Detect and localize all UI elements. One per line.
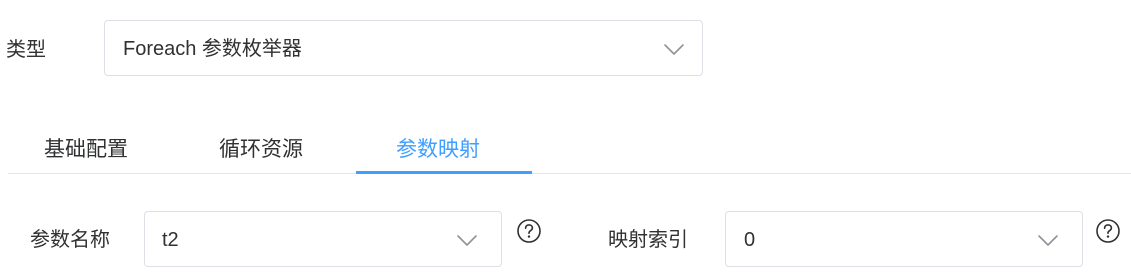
chevron-down-icon xyxy=(664,44,684,55)
type-select[interactable]: Foreach 参数枚举器 xyxy=(104,20,703,76)
type-select-value: Foreach 参数枚举器 xyxy=(123,38,302,60)
param-name-select[interactable]: t2 xyxy=(144,211,502,267)
param-name-value: t2 xyxy=(162,229,179,251)
tab-basic-config[interactable]: 基础配置 xyxy=(44,136,128,164)
param-name-label: 参数名称 xyxy=(30,229,110,251)
chevron-down-icon xyxy=(457,235,477,246)
type-label: 类型 xyxy=(6,39,46,61)
pipeline-step-form: 类型 Foreach 参数枚举器 基础配置 循环资源 参数映射 参数名称 t2 … xyxy=(0,0,1131,277)
question-circle-icon[interactable] xyxy=(1095,218,1121,244)
chevron-down-icon xyxy=(1038,235,1058,246)
question-circle-icon[interactable] xyxy=(516,218,542,244)
tab-loop-resource[interactable]: 循环资源 xyxy=(219,136,303,164)
tabs-divider xyxy=(8,173,1131,174)
map-index-value: 0 xyxy=(744,229,756,251)
config-tabs: 基础配置 循环资源 参数映射 xyxy=(0,128,1131,174)
map-index-label: 映射索引 xyxy=(608,229,688,251)
tab-param-mapping[interactable]: 参数映射 xyxy=(396,136,480,164)
map-index-select[interactable]: 0 xyxy=(725,211,1083,267)
active-tab-indicator xyxy=(356,171,532,174)
